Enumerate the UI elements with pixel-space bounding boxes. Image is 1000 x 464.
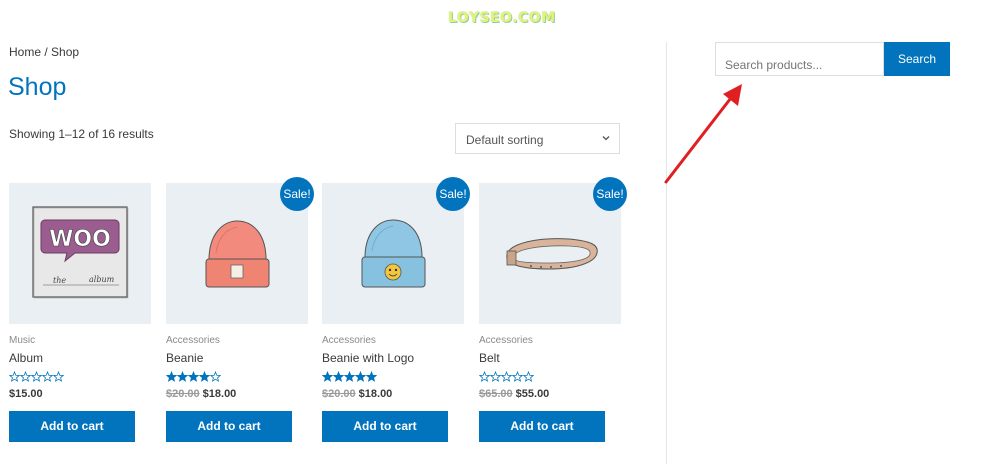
sale-badge: Sale!	[593, 177, 627, 211]
star-icon	[511, 371, 524, 382]
star-icon	[500, 371, 513, 382]
add-to-cart-button[interactable]: Add to cart	[479, 411, 605, 442]
price-old: $20.00	[166, 388, 200, 400]
svg-text:album: album	[89, 275, 115, 284]
product-image[interactable]: WOO the album	[9, 183, 151, 324]
star-icon	[489, 371, 502, 382]
product-category[interactable]: Music	[9, 335, 35, 346]
star-rating-icon	[322, 371, 377, 382]
product-price: $20.00 $18.00	[166, 388, 236, 400]
star-icon	[354, 371, 367, 382]
breadcrumb: Home / Shop	[9, 45, 79, 59]
sort-select-value: Default sorting	[466, 133, 544, 147]
product-name[interactable]: Beanie with Logo	[322, 351, 414, 365]
result-count: Showing 1–12 of 16 results	[9, 127, 154, 141]
star-icon	[479, 371, 491, 382]
product-price: $15.00	[9, 388, 43, 400]
price-current: $15.00	[9, 388, 43, 400]
star-icon	[209, 371, 221, 382]
price-old: $20.00	[322, 388, 356, 400]
watermark-logo: LOYSEO.COM	[448, 10, 556, 26]
product-name[interactable]: Album	[9, 351, 43, 365]
add-to-cart-button[interactable]: Add to cart	[166, 411, 292, 442]
product-name[interactable]: Beanie	[166, 351, 203, 365]
star-icon	[322, 371, 334, 382]
page-title: Shop	[8, 73, 67, 101]
star-rating-icon	[166, 371, 221, 382]
star-icon	[19, 371, 32, 382]
breadcrumb-current: Shop	[51, 45, 80, 59]
price-current: $18.00	[202, 388, 237, 400]
star-icon	[522, 371, 534, 382]
product-name[interactable]: Belt	[479, 351, 500, 365]
star-icon	[9, 371, 21, 382]
product-category[interactable]: Accessories	[479, 335, 533, 346]
price-current: $18.00	[358, 388, 393, 400]
star-icon	[52, 371, 64, 382]
breadcrumb-home-link[interactable]: Home	[9, 45, 41, 59]
star-rating-icon	[9, 371, 64, 382]
chevron-down-icon	[602, 136, 610, 141]
star-icon	[332, 371, 345, 382]
star-icon	[198, 371, 211, 382]
add-to-cart-button[interactable]: Add to cart	[322, 411, 448, 442]
sale-badge: Sale!	[436, 177, 470, 211]
star-icon	[166, 371, 178, 382]
product-category[interactable]: Accessories	[166, 335, 220, 346]
star-icon	[176, 371, 189, 382]
sort-select[interactable]: Default sorting	[455, 123, 620, 154]
star-icon	[187, 371, 200, 382]
svg-text:WOO: WOO	[49, 227, 111, 252]
sale-badge: Sale!	[280, 177, 314, 211]
product-price: $65.00 $55.00	[479, 388, 549, 400]
woo-album-icon: WOO the album	[32, 206, 129, 299]
star-icon	[343, 371, 356, 382]
search-input[interactable]	[715, 42, 884, 76]
annotation-arrow-icon	[664, 84, 742, 184]
star-icon	[41, 371, 54, 382]
star-icon	[30, 371, 43, 382]
price-old: $65.00	[479, 388, 513, 400]
star-icon	[365, 371, 377, 382]
breadcrumb-separator: /	[41, 45, 52, 59]
search-button[interactable]: Search	[884, 42, 950, 76]
product-price: $20.00 $18.00	[322, 388, 392, 400]
add-to-cart-button[interactable]: Add to cart	[9, 411, 135, 442]
svg-text:the: the	[53, 276, 66, 285]
star-rating-icon	[479, 371, 534, 382]
price-current: $55.00	[515, 388, 550, 400]
product-category[interactable]: Accessories	[322, 335, 376, 346]
